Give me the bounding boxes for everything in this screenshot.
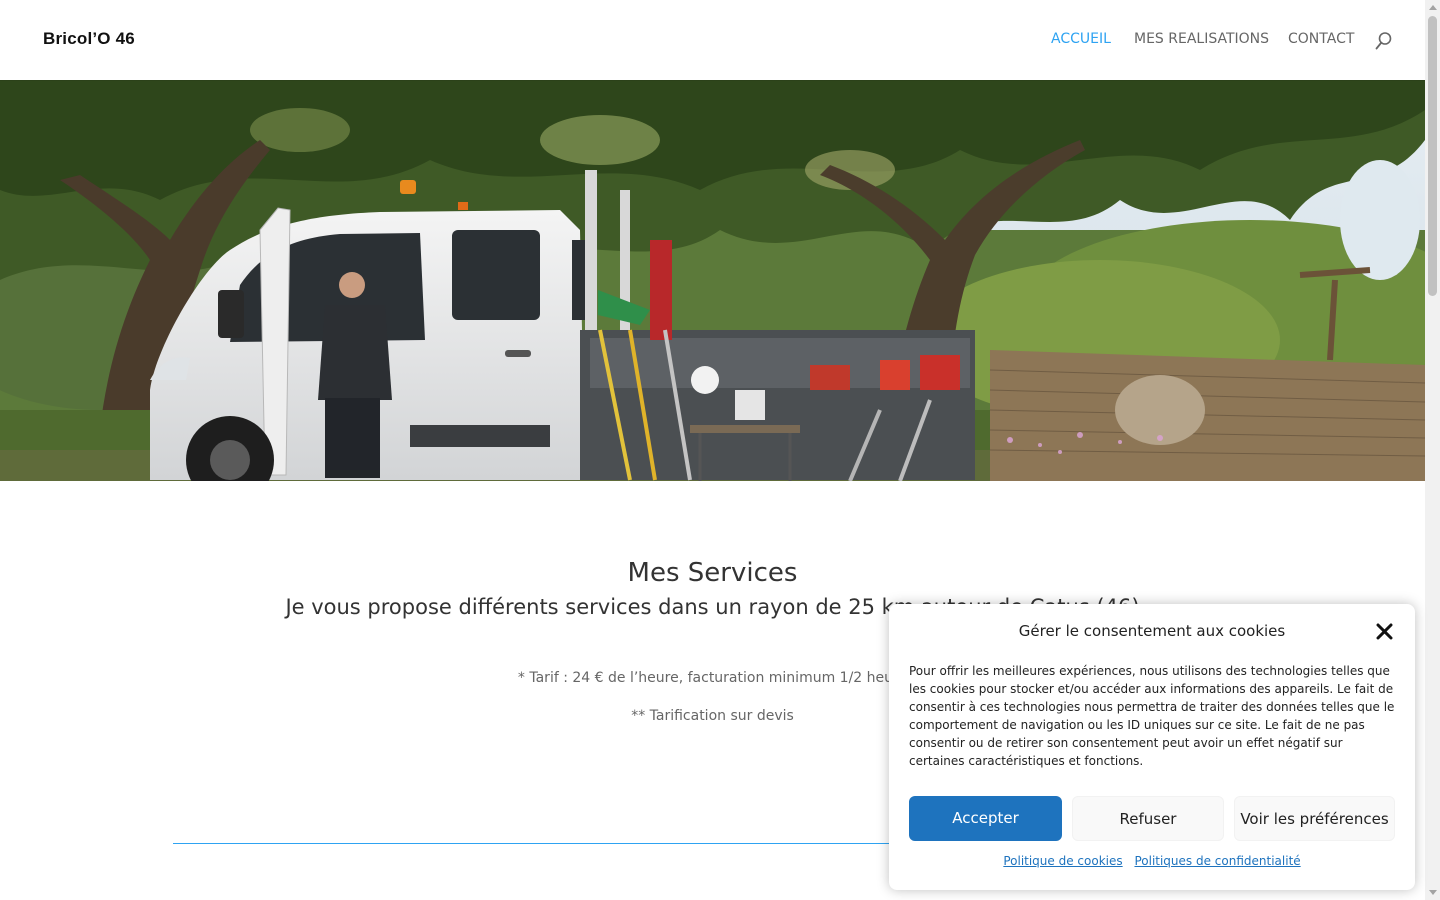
page-scrollbar[interactable] (1425, 0, 1440, 900)
site-header: Bricol’O 46 ACCUEIL MES REALISATIONS CON… (0, 0, 1425, 80)
cookie-consent-modal: Gérer le consentement aux cookies Pour o… (889, 604, 1415, 890)
scroll-down-arrow-icon[interactable] (1429, 890, 1437, 895)
preferences-button[interactable]: Voir les préférences (1234, 796, 1395, 841)
cookie-policy-links: Politique de cookies Politiques de confi… (889, 854, 1415, 868)
nav-item-accueil[interactable]: ACCUEIL (1051, 31, 1111, 47)
services-title: Mes Services (627, 558, 798, 588)
scrollbar-thumb[interactable] (1428, 16, 1437, 296)
close-icon[interactable] (1376, 623, 1393, 640)
nav-item-mes-realisations[interactable]: MES REALISATIONS (1134, 31, 1269, 47)
hero-image (0, 80, 1425, 481)
cookie-title: Gérer le consentement aux cookies (1018, 622, 1286, 640)
cookie-description: Pour offrir les meilleures expériences, … (909, 664, 1395, 768)
nav-item-contact[interactable]: CONTACT (1288, 31, 1354, 47)
accept-button[interactable]: Accepter (909, 796, 1062, 841)
privacy-policy-link[interactable]: Politiques de confidentialité (1134, 854, 1300, 868)
site-logo[interactable]: Bricol’O 46 (43, 29, 135, 49)
refuse-button[interactable]: Refuser (1072, 796, 1224, 841)
cookie-policy-link[interactable]: Politique de cookies (1003, 854, 1122, 868)
search-icon[interactable] (1375, 31, 1393, 51)
scroll-up-arrow-icon[interactable] (1429, 5, 1437, 10)
